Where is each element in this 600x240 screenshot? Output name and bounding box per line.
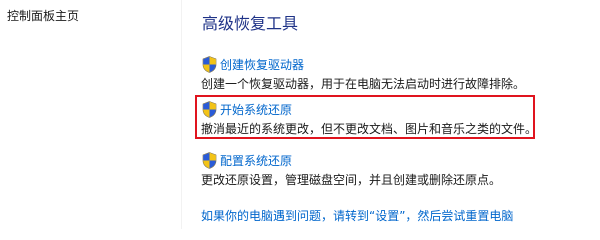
tool-create-recovery-drive: 创建恢复驱动器 创建一个恢复驱动器，用于在电脑无法启动时进行故障排除。 [200, 55, 590, 92]
create-recovery-drive-link[interactable]: 创建恢复驱动器 [200, 55, 590, 73]
sidebar: 控制面板主页 [0, 0, 180, 229]
configure-system-restore-link[interactable]: 配置系统还原 [200, 151, 590, 169]
uac-shield-icon [202, 55, 217, 73]
page-title: 高级恢复工具 [202, 14, 299, 33]
highlight-box [195, 95, 535, 139]
tool-configure-system-restore: 配置系统还原 更改还原设置，管理磁盘空间，并且创建或删除还原点。 [200, 151, 590, 188]
uac-shield-icon [202, 151, 217, 169]
create-recovery-drive-description: 创建一个恢复驱动器，用于在电脑无法启动时进行故障排除。 [201, 77, 526, 91]
sidebar-divider [181, 0, 182, 229]
control-panel-home-link[interactable]: 控制面板主页 [7, 7, 79, 24]
recovery-window: 控制面板主页 高级恢复工具 创建恢复驱动器 创建一个恢复驱动器，用于在电脑无法启… [0, 0, 600, 229]
configure-system-restore-label: 配置系统还原 [220, 153, 293, 168]
reset-pc-settings-link[interactable]: 如果你的电脑遇到问题，请转到“设置”，然后尝试重置电脑 [201, 207, 513, 224]
configure-system-restore-description: 更改还原设置，管理磁盘空间，并且创建或删除还原点。 [201, 173, 502, 187]
create-recovery-drive-label: 创建恢复驱动器 [220, 57, 305, 72]
